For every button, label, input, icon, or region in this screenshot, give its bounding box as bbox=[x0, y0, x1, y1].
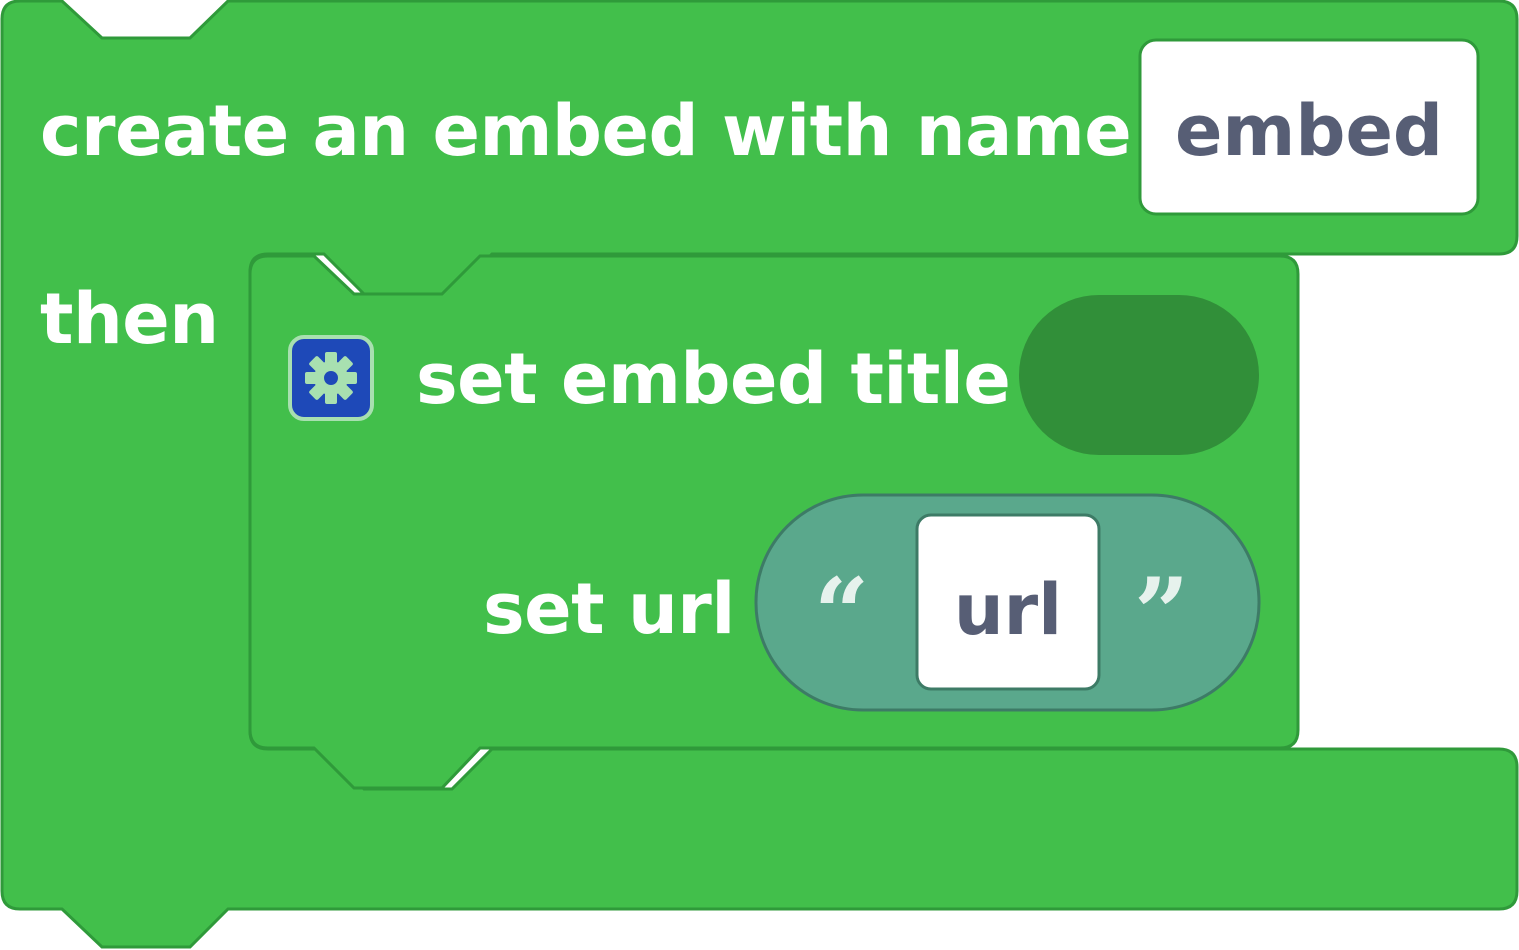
title-input-slot[interactable] bbox=[1019, 295, 1259, 455]
url-text-value[interactable]: url bbox=[917, 575, 1099, 645]
gear-icon bbox=[288, 335, 374, 421]
set-embed-title-label: set embed title bbox=[416, 338, 1011, 420]
embed-name-value[interactable]: embed bbox=[1140, 96, 1478, 166]
close-quote-icon: ” bbox=[1134, 557, 1190, 670]
open-quote-icon: “ bbox=[814, 557, 870, 670]
set-url-label: set url bbox=[483, 568, 735, 650]
then-label: then bbox=[40, 278, 219, 360]
create-embed-label: create an embed with name bbox=[40, 90, 1132, 172]
